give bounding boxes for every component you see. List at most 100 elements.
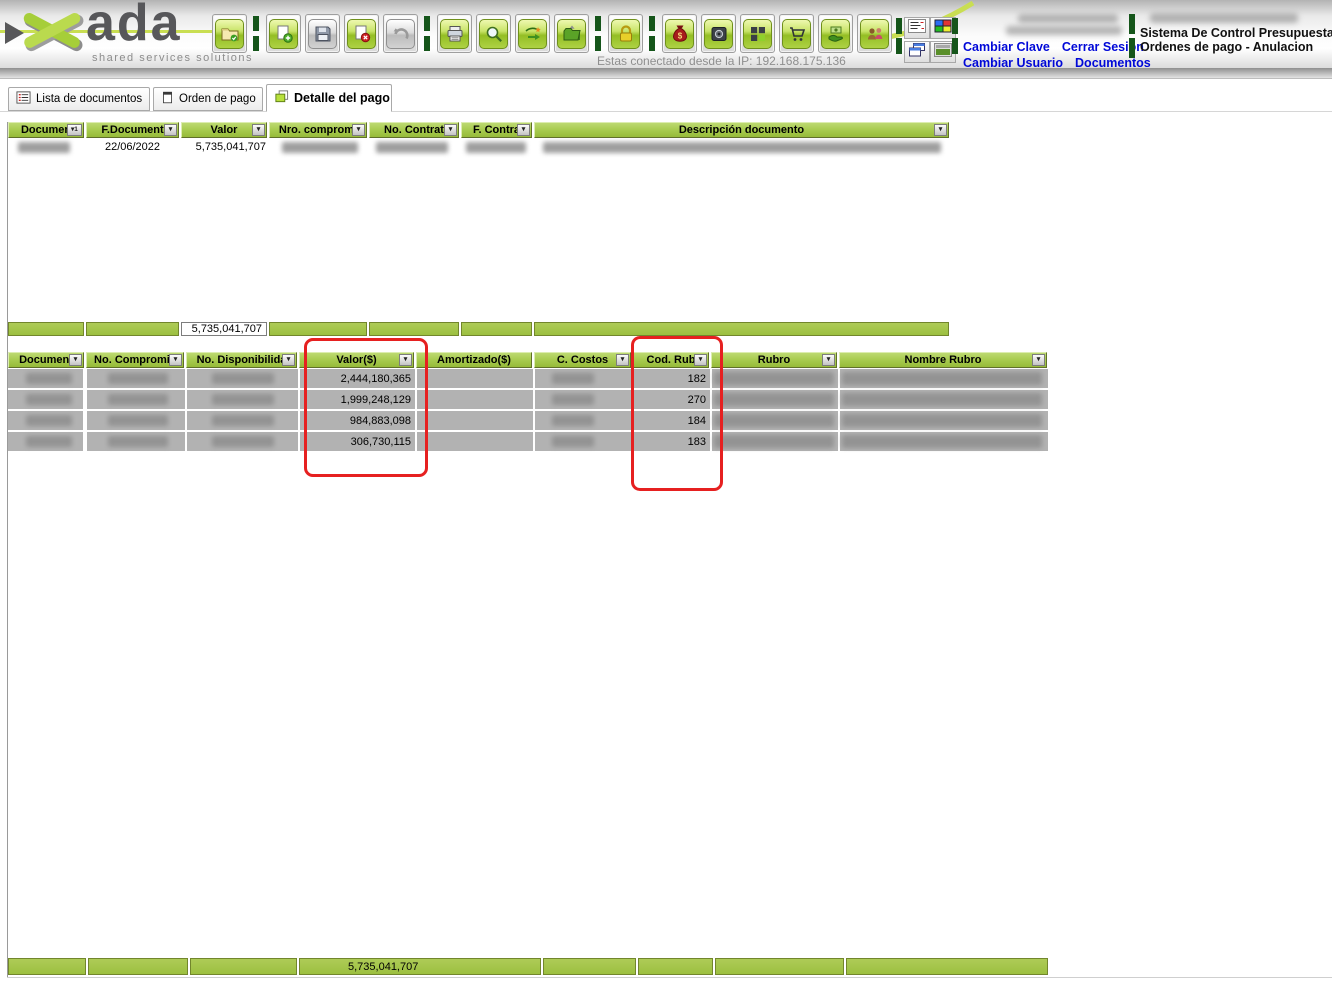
grid1-footer-cell bbox=[461, 322, 532, 336]
redacted-cell bbox=[714, 393, 834, 406]
filter-dropdown-button[interactable]: ▾ bbox=[616, 354, 629, 366]
new-document-button[interactable] bbox=[266, 14, 301, 53]
money-hand-button[interactable] bbox=[818, 14, 853, 53]
redacted-cell bbox=[466, 142, 526, 153]
grid2-footer-cell bbox=[846, 958, 1048, 975]
cambiar-clave-link[interactable]: Cambiar Clave bbox=[963, 40, 1050, 54]
redacted-cell bbox=[376, 142, 448, 153]
search-button[interactable] bbox=[476, 14, 511, 53]
money-bag-button[interactable]: $ bbox=[662, 14, 697, 53]
users-button[interactable] bbox=[857, 14, 892, 53]
print-button[interactable] bbox=[437, 14, 472, 53]
grid1-header-5[interactable]: F. Contra▾ bbox=[461, 122, 532, 138]
toolbar-separator bbox=[424, 15, 431, 53]
grid1-header-1[interactable]: F.Document▾ bbox=[86, 122, 179, 138]
separator-bar bbox=[896, 18, 902, 34]
tab-orden-de-pago[interactable]: Orden de pago bbox=[153, 87, 263, 111]
grid2-header-0[interactable]: Document▾ bbox=[8, 352, 84, 368]
filter-dropdown-button[interactable]: ▾ bbox=[1032, 354, 1045, 366]
grid2-row[interactable]: 306,730,115183 bbox=[0, 432, 1332, 451]
grid1-header-4[interactable]: No. Contrat▾ bbox=[369, 122, 459, 138]
print-icon bbox=[440, 19, 469, 49]
grid1-header-label: Valor bbox=[211, 124, 238, 136]
filter-dropdown-button[interactable]: ▾ bbox=[252, 124, 265, 136]
open-folder-button[interactable] bbox=[212, 14, 247, 53]
report-button[interactable] bbox=[904, 17, 930, 39]
grid2-header-label: Valor($) bbox=[336, 354, 376, 366]
grid1-row[interactable]: 22/06/20225,735,041,707 bbox=[8, 139, 950, 155]
undo-button[interactable] bbox=[383, 14, 418, 53]
form-icon bbox=[161, 90, 174, 108]
grid2-header-3[interactable]: Valor($) ▾ bbox=[299, 352, 414, 368]
grid1-header-label: No. Contrat bbox=[384, 124, 444, 136]
redacted-cell bbox=[212, 436, 274, 447]
grid2-cell bbox=[417, 369, 533, 388]
grid2-cell: 183 bbox=[634, 432, 710, 451]
grid2-cell: 2,444,180,365 bbox=[300, 369, 415, 388]
colors-grid-icon bbox=[934, 19, 952, 38]
grid1-header-0[interactable]: Documen▾1 bbox=[8, 122, 84, 138]
lock-button[interactable] bbox=[608, 14, 643, 53]
filter-dropdown-button[interactable]: ▾ bbox=[282, 354, 295, 366]
grid1-footer: 5,735,041,707 bbox=[0, 322, 1332, 336]
grid2-cell: 1,999,248,129 bbox=[300, 390, 415, 409]
grid2-row[interactable]: 2,444,180,365182 bbox=[0, 369, 1332, 388]
redacted-cell bbox=[212, 415, 274, 426]
grid2-header-label: Amortizado($) bbox=[437, 354, 511, 366]
grid2-header-5[interactable]: C. Costos ▾ bbox=[534, 352, 631, 368]
redacted-company bbox=[1150, 13, 1298, 23]
redacted-cell bbox=[18, 142, 70, 153]
top-banner: ada shared services solutions $ Estas co… bbox=[0, 0, 1332, 78]
filter-dropdown-button[interactable]: ▾ bbox=[822, 354, 835, 366]
tabstrip-baseline bbox=[0, 111, 1332, 112]
grid2-header-6[interactable]: Cod. Rub▾ bbox=[633, 352, 709, 368]
filter-dropdown-button[interactable]: ▾ bbox=[169, 354, 182, 366]
import-folder-icon bbox=[557, 19, 586, 49]
toolbar-separator bbox=[253, 15, 260, 53]
filter-dropdown-button[interactable]: ▾ bbox=[934, 124, 947, 136]
filter-dropdown-button[interactable]: ▾ bbox=[444, 124, 457, 136]
import-folder-button[interactable] bbox=[554, 14, 589, 53]
grid2-header-1[interactable]: No. Compromis▾ bbox=[86, 352, 184, 368]
shopping-cart-button[interactable] bbox=[779, 14, 814, 53]
brand-tagline: shared services solutions bbox=[92, 52, 253, 64]
grid2-header-2[interactable]: No. Disponibilida▾ bbox=[186, 352, 297, 368]
grid1-header-3[interactable]: Nro. compromi▾ bbox=[269, 122, 367, 138]
delete-document-button[interactable] bbox=[344, 14, 379, 53]
filter-dropdown-button[interactable]: ▾ bbox=[69, 354, 82, 366]
redacted-cell bbox=[552, 373, 594, 384]
banner-bottom-strip bbox=[0, 68, 1332, 79]
filter-dropdown-button[interactable]: ▾ bbox=[352, 124, 365, 136]
redacted-cell bbox=[108, 415, 168, 426]
grid2-header-4[interactable]: Amortizado($) bbox=[416, 352, 532, 368]
grid2-row[interactable]: 1,999,248,129270 bbox=[0, 390, 1332, 409]
redacted-cell bbox=[842, 414, 1042, 427]
grid2-header-7[interactable]: Rubro▾ bbox=[711, 352, 837, 368]
sort-indicator[interactable]: ▾1 bbox=[67, 124, 82, 136]
cascade-windows-button[interactable] bbox=[904, 41, 930, 63]
app-title-line1: Sistema De Control Presupuestal bbox=[1140, 26, 1332, 40]
filter-dropdown-button[interactable]: ▾ bbox=[517, 124, 530, 136]
connection-status: Estas conectado desde la IP: 192.168.175… bbox=[597, 54, 846, 68]
grid1-header-2[interactable]: Valor ▾ bbox=[181, 122, 267, 138]
separator-bar bbox=[896, 38, 902, 54]
filter-dropdown-button[interactable]: ▾ bbox=[164, 124, 177, 136]
filter-dropdown-button[interactable]: ▾ bbox=[399, 354, 412, 366]
grid2-header-8[interactable]: Nombre Rubro▾ bbox=[839, 352, 1047, 368]
tab-detalle-del-pago[interactable]: Detalle del pago bbox=[266, 84, 392, 112]
apps-grid-button[interactable] bbox=[740, 14, 775, 53]
grid2-header-label: C. Costos bbox=[557, 354, 608, 366]
grid2-footer-cell bbox=[190, 958, 297, 975]
grid2-row[interactable]: 984,883,098184 bbox=[0, 411, 1332, 430]
report-icon bbox=[908, 19, 926, 38]
users-icon bbox=[860, 19, 889, 49]
filter-dropdown-button[interactable]: ▾ bbox=[694, 354, 707, 366]
safe-button[interactable] bbox=[701, 14, 736, 53]
grid2-header-label: Document bbox=[19, 354, 73, 366]
export-button[interactable] bbox=[515, 14, 550, 53]
tab-lista-de-documentos[interactable]: Lista de documentos bbox=[8, 87, 150, 111]
separator-bar bbox=[1129, 38, 1135, 58]
save-button[interactable] bbox=[305, 14, 340, 53]
grid1-header-6[interactable]: Descripción documento▾ bbox=[534, 122, 949, 138]
apps-grid-icon bbox=[743, 19, 772, 49]
